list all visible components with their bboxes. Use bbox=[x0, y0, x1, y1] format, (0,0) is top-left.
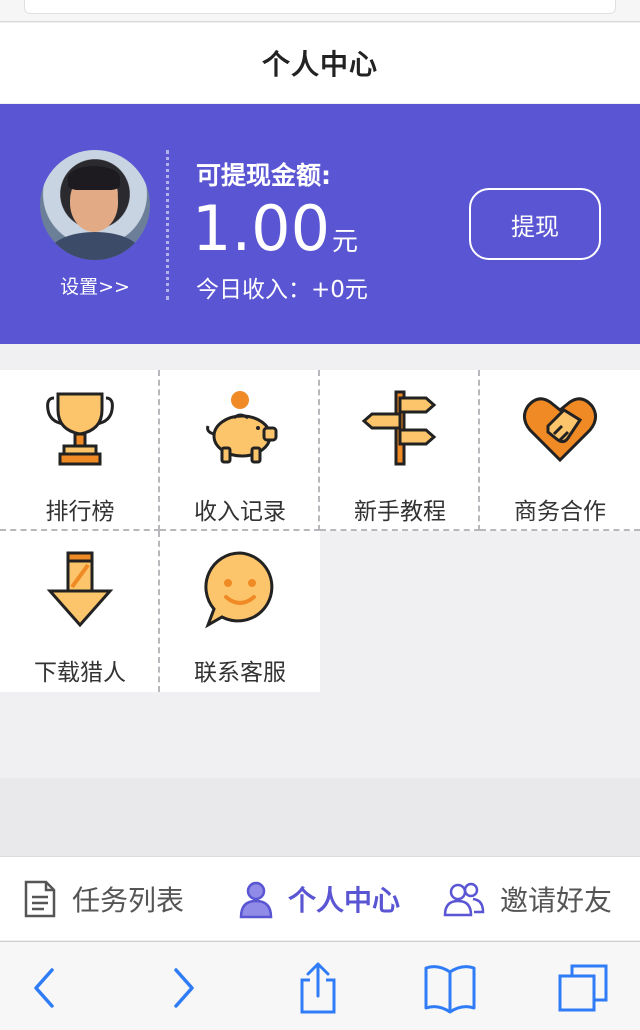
menu-item-business[interactable]: 商务合作 bbox=[480, 370, 640, 531]
amount-unit: 元 bbox=[332, 227, 359, 257]
menu-item-label: 新手教程 bbox=[354, 499, 446, 525]
withdraw-button[interactable]: 提现 bbox=[469, 188, 601, 260]
trophy-icon bbox=[46, 392, 114, 466]
menu-item-label: 收入记录 bbox=[194, 499, 286, 525]
tab-label: 任务列表 bbox=[72, 884, 185, 917]
user-icon bbox=[239, 881, 273, 919]
tab-label: 个人中心 bbox=[288, 884, 401, 917]
chat-smile-icon bbox=[204, 551, 274, 629]
menu-item-download[interactable]: 下载猎人 bbox=[0, 531, 160, 692]
menu-item-customer-service[interactable]: 联系客服 bbox=[160, 531, 320, 692]
tab-invite-friends[interactable]: 邀请好友 bbox=[442, 857, 612, 941]
withdrawable-label: 可提现金额: bbox=[196, 161, 331, 190]
share-icon[interactable] bbox=[290, 960, 346, 1016]
document-icon bbox=[24, 880, 56, 918]
amount-value: 1.00 bbox=[192, 192, 331, 265]
bottom-tab-bar: 任务列表 个人中心 邀请好友 bbox=[0, 856, 640, 940]
menu-item-leaderboard[interactable]: 排行榜 bbox=[0, 370, 160, 531]
tabs-icon[interactable] bbox=[556, 960, 612, 1016]
account-banner: 设置>> 可提现金额: 1.00 元 今日收入：+0元 提现 bbox=[0, 104, 640, 344]
tab-profile[interactable]: 个人中心 bbox=[238, 857, 400, 941]
users-icon bbox=[443, 882, 485, 917]
menu-item-label: 排行榜 bbox=[45, 499, 115, 525]
page-header: 个人中心 bbox=[0, 23, 640, 103]
page-title: 个人中心 bbox=[261, 48, 378, 81]
tab-label: 邀请好友 bbox=[500, 884, 613, 917]
piggy-bank-icon bbox=[206, 391, 278, 464]
back-icon[interactable] bbox=[18, 960, 74, 1016]
menu-item-label: 联系客服 bbox=[194, 660, 286, 686]
menu-item-label: 商务合作 bbox=[514, 499, 606, 525]
settings-link[interactable]: 设置>> bbox=[40, 272, 150, 299]
forward-icon[interactable] bbox=[154, 960, 210, 1016]
menu-item-label: 下载猎人 bbox=[34, 660, 126, 686]
banner-divider bbox=[166, 150, 169, 300]
feature-grid: 排行榜 收入记录 新手教程 商务合作 下载猎人 联系客服 bbox=[0, 370, 640, 692]
today-income: 今日收入：+0元 bbox=[196, 277, 368, 303]
bookmarks-icon[interactable] bbox=[424, 960, 476, 1016]
content-spacer bbox=[0, 778, 640, 856]
withdrawable-amount: 1.00 元 bbox=[192, 192, 358, 266]
menu-item-tutorial[interactable]: 新手教程 bbox=[320, 370, 480, 531]
download-arrow-icon bbox=[46, 551, 114, 628]
url-bar[interactable] bbox=[24, 0, 616, 14]
handshake-icon bbox=[523, 397, 597, 463]
menu-item-income-records[interactable]: 收入记录 bbox=[160, 370, 320, 531]
avatar[interactable] bbox=[40, 150, 150, 260]
signpost-icon bbox=[361, 390, 437, 466]
browser-url-area bbox=[0, 0, 640, 22]
tab-task-list[interactable]: 任务列表 bbox=[22, 857, 184, 941]
browser-toolbar bbox=[0, 941, 640, 1030]
